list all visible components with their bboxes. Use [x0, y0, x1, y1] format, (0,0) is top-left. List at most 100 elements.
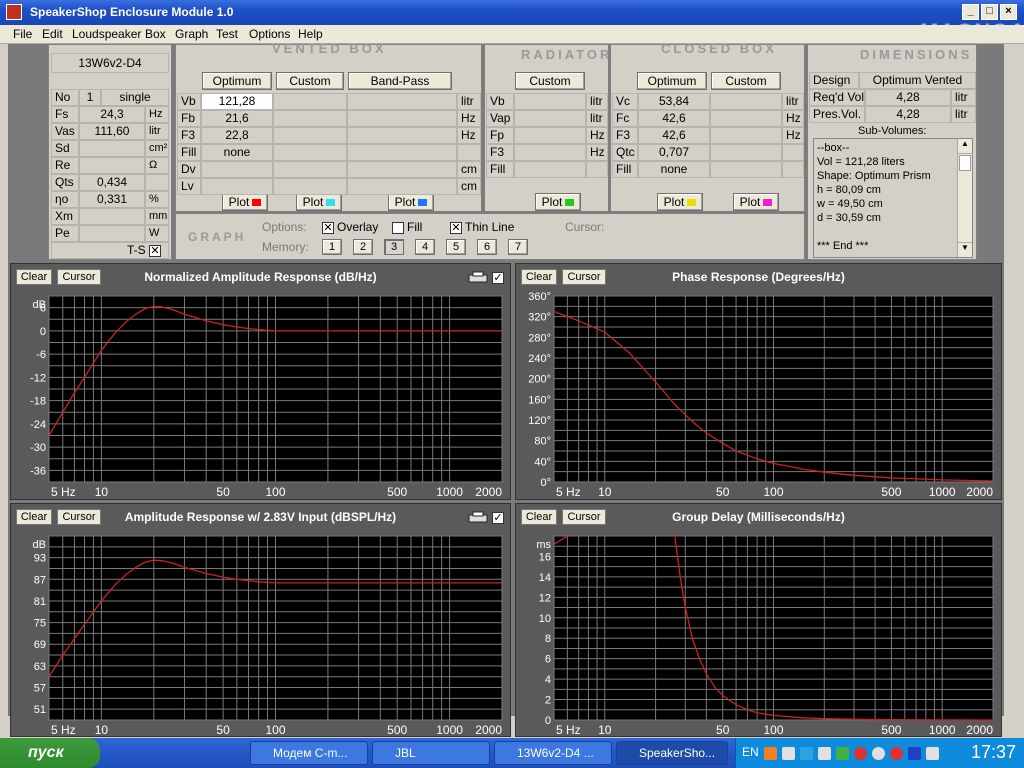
memory-slot-1-button[interactable]: 1: [322, 239, 342, 255]
vented-row-optimum-5[interactable]: [201, 178, 273, 195]
graph-visible-checkbox[interactable]: ✓: [492, 272, 504, 284]
closed-row-optimum-2[interactable]: 42,6: [638, 127, 710, 144]
vented-row-custom-0[interactable]: [273, 93, 347, 110]
printer-icon[interactable]: [467, 271, 489, 285]
memory-slot-5-button[interactable]: 5: [446, 239, 466, 255]
vented-row-custom-4[interactable]: [273, 161, 347, 178]
overlay-checkbox[interactable]: ✕: [322, 221, 334, 234]
vented-row-bandpass-2[interactable]: [347, 127, 457, 144]
vented-custom-button[interactable]: Custom: [276, 72, 344, 90]
task-13w6v2[interactable]: 13W6v2-D4 ...: [494, 741, 612, 765]
radiator-row-value-4[interactable]: [514, 161, 586, 178]
vented-row-bandpass-5[interactable]: [347, 178, 457, 195]
maximize-button[interactable]: □: [981, 4, 998, 20]
closed-plot-2-button[interactable]: Plot: [733, 193, 779, 211]
vented-bandpass-button[interactable]: Band-Pass: [348, 72, 452, 90]
minimize-button[interactable]: _: [962, 4, 979, 20]
thin-line-checkbox[interactable]: ✕: [450, 221, 462, 234]
radiator-custom-button[interactable]: Custom: [515, 72, 585, 90]
menu-help[interactable]: Help: [298, 27, 323, 41]
tray-app-icon[interactable]: [800, 747, 813, 760]
closed-row-optimum-3[interactable]: 0,707: [638, 144, 710, 161]
vented-plot-1-button[interactable]: Plot: [222, 193, 268, 211]
vented-row-bandpass-3[interactable]: [347, 144, 457, 161]
closed-row-custom-2[interactable]: [710, 127, 782, 144]
tray-app-icon[interactable]: [782, 747, 795, 760]
ts-toggle[interactable]: T-S ✕: [51, 242, 169, 259]
menu-file[interactable]: File: [13, 27, 32, 41]
subvol-scrollbar[interactable]: ▲ ▼: [957, 139, 972, 257]
vented-plot-3-button[interactable]: Plot: [388, 193, 434, 211]
param-value-4[interactable]: 0,434: [79, 174, 145, 191]
vented-row-bandpass-1[interactable]: [347, 110, 457, 127]
vented-row-custom-3[interactable]: [273, 144, 347, 161]
closed-row-custom-0[interactable]: [710, 93, 782, 110]
task-speakershop[interactable]: SpeakerSho...: [616, 741, 728, 765]
tray-app-icon[interactable]: [872, 747, 885, 760]
menu-box[interactable]: Box: [145, 27, 166, 41]
vented-optimum-button[interactable]: Optimum: [202, 72, 272, 90]
tray-app-icon[interactable]: [818, 747, 831, 760]
memory-slot-6-button[interactable]: 6: [477, 239, 497, 255]
fill-checkbox[interactable]: [392, 221, 404, 234]
tray-app-icon[interactable]: [854, 747, 867, 760]
closed-plot-1-button[interactable]: Plot: [657, 193, 703, 211]
closed-optimum-button[interactable]: Optimum: [637, 72, 707, 90]
thin-line-option[interactable]: ✕ Thin Line: [450, 220, 514, 234]
scroll-up-icon[interactable]: ▲: [958, 139, 972, 154]
vented-row-bandpass-0[interactable]: [347, 93, 457, 110]
menu-loudspeaker[interactable]: Loudspeaker: [72, 27, 141, 41]
vented-row-optimum-3[interactable]: none: [201, 144, 273, 161]
param-value-3[interactable]: [79, 157, 145, 174]
scroll-down-icon[interactable]: ▼: [958, 242, 972, 257]
param-value-2[interactable]: [79, 140, 145, 157]
menu-graph[interactable]: Graph: [175, 27, 208, 41]
start-button[interactable]: пуск: [0, 738, 100, 768]
closed-row-custom-3[interactable]: [710, 144, 782, 161]
tray-app-icon[interactable]: [764, 747, 777, 760]
memory-slot-7-button[interactable]: 7: [508, 239, 528, 255]
radiator-row-value-3[interactable]: [514, 144, 586, 161]
menu-options[interactable]: Options: [249, 27, 290, 41]
subvol-listbox[interactable]: --box-- Vol = 121,28 liters Shape: Optimum…: [813, 138, 973, 258]
scroll-thumb[interactable]: [959, 155, 971, 171]
language-indicator[interactable]: EN: [742, 745, 759, 759]
param-value-7[interactable]: [79, 225, 145, 242]
task-jbl[interactable]: JBL: [372, 741, 490, 765]
param-value-0[interactable]: 24,3: [79, 106, 145, 123]
vented-row-bandpass-4[interactable]: [347, 161, 457, 178]
menu-test[interactable]: Test: [216, 27, 238, 41]
tray-app-icon[interactable]: [890, 747, 903, 760]
closed-row-custom-4[interactable]: [710, 161, 782, 178]
radiator-plot-button[interactable]: Plot: [535, 193, 581, 211]
vented-row-custom-1[interactable]: [273, 110, 347, 127]
closed-custom-button[interactable]: Custom: [711, 72, 781, 90]
param-value-6[interactable]: [79, 208, 145, 225]
no-value[interactable]: 1: [79, 89, 101, 106]
vented-row-optimum-1[interactable]: 21,6: [201, 110, 273, 127]
vented-row-optimum-4[interactable]: [201, 161, 273, 178]
overlay-option[interactable]: ✕ Overlay: [322, 220, 378, 234]
close-button[interactable]: ×: [1000, 4, 1017, 20]
closed-row-optimum-0[interactable]: 53,84: [638, 93, 710, 110]
printer-icon[interactable]: [467, 511, 489, 525]
radiator-row-value-1[interactable]: [514, 110, 586, 127]
tray-app-icon[interactable]: [908, 747, 921, 760]
graph-visible-checkbox[interactable]: ✓: [492, 512, 504, 524]
task-modem[interactable]: Модем С-m...: [250, 741, 368, 765]
no-mode[interactable]: single: [101, 89, 169, 106]
vented-row-custom-2[interactable]: [273, 127, 347, 144]
closed-row-custom-1[interactable]: [710, 110, 782, 127]
vented-row-optimum-0[interactable]: 121,28: [201, 93, 273, 110]
closed-row-optimum-1[interactable]: 42,6: [638, 110, 710, 127]
tray-app-icon[interactable]: [836, 747, 849, 760]
radiator-row-value-0[interactable]: [514, 93, 586, 110]
radiator-row-value-2[interactable]: [514, 127, 586, 144]
closed-row-optimum-4[interactable]: none: [638, 161, 710, 178]
menu-edit[interactable]: Edit: [42, 27, 63, 41]
memory-slot-4-button[interactable]: 4: [415, 239, 435, 255]
param-value-1[interactable]: 111,60: [79, 123, 145, 140]
fill-option[interactable]: Fill: [392, 220, 422, 234]
vented-row-optimum-2[interactable]: 22,8: [201, 127, 273, 144]
ts-checkbox[interactable]: ✕: [149, 244, 161, 257]
